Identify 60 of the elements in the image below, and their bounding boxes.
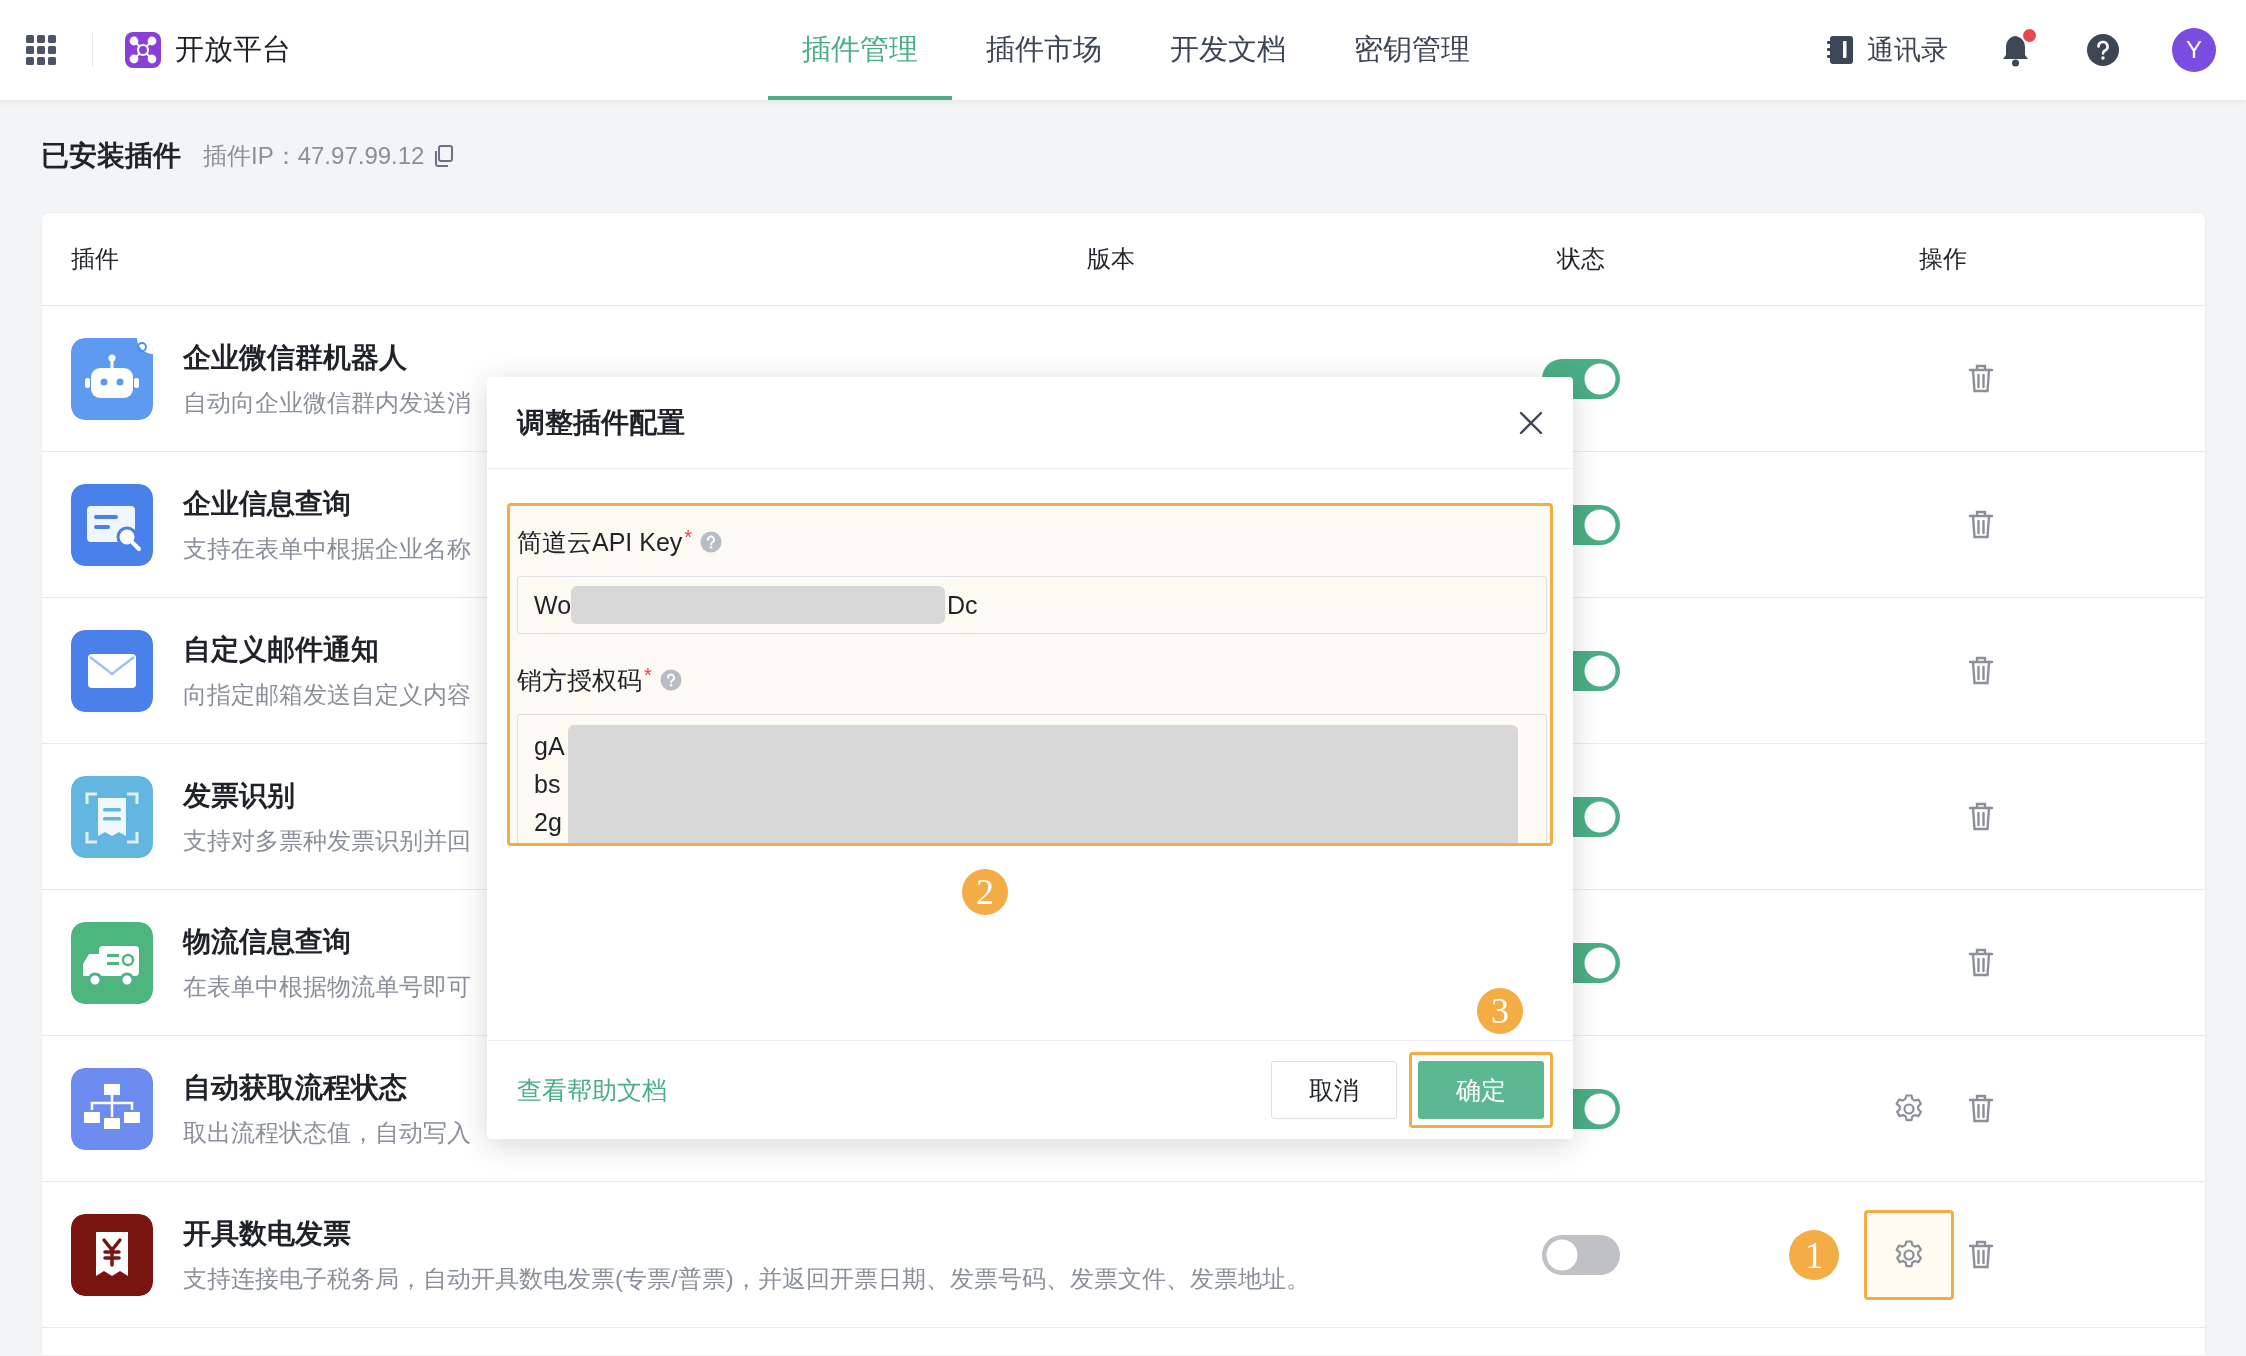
required-mark: * xyxy=(684,526,693,549)
plugin-name: 自动获取流程状态 xyxy=(183,1070,408,1105)
dialog-title: 调整插件配置 xyxy=(517,405,685,440)
trash-icon[interactable] xyxy=(1968,1239,1994,1270)
plugin-name: 自定义邮件通知 xyxy=(183,632,380,667)
cancel-button[interactable]: 取消 xyxy=(1271,1061,1397,1119)
plugin-name: 企业信息查询 xyxy=(183,486,352,521)
column-header: 版本 xyxy=(1086,244,1136,274)
help-icon[interactable] xyxy=(2086,33,2120,67)
trash-icon[interactable] xyxy=(1968,363,1994,394)
plugin-icon xyxy=(71,337,153,420)
section-title: 已安装插件 xyxy=(41,139,181,173)
column-header: 操作 xyxy=(1918,244,1968,274)
copy-icon[interactable] xyxy=(434,145,455,167)
plugin-icon xyxy=(71,1213,153,1296)
user-avatar[interactable]: Y xyxy=(2172,28,2216,72)
step-number-badge: 2 xyxy=(962,869,1008,915)
field-label: 销方授权码 xyxy=(517,664,642,696)
field-label: 简道云API Key xyxy=(517,526,683,558)
nav-tab[interactable]: 密钥管理 xyxy=(1320,0,1504,100)
step-number-badge: 1 xyxy=(1789,1229,1839,1280)
column-header: 插件 xyxy=(71,244,120,274)
trash-icon[interactable] xyxy=(1968,1093,1994,1124)
text-area-field[interactable]: gA bs 2g xyxy=(517,714,1547,843)
plugin-name: 物流信息查询 xyxy=(183,924,352,959)
plugin-description: 支持在表单中根据企业名称 xyxy=(183,533,471,564)
plugin-description: 自动向企业微信群内发送消 xyxy=(183,387,471,418)
settings-button[interactable] xyxy=(1864,1209,1954,1300)
contacts-link[interactable]: 通讯录 xyxy=(1827,32,1948,68)
column-header: 状态 xyxy=(1556,244,1606,274)
toggle-switch[interactable] xyxy=(1541,1233,1621,1276)
plugin-description: 向指定邮箱发送自定义内容 xyxy=(183,679,471,710)
app-grid-icon[interactable] xyxy=(26,35,56,65)
notification-bell-icon[interactable] xyxy=(2000,32,2034,68)
plugin-name: 开具数电发票 xyxy=(183,1216,352,1251)
trash-icon[interactable] xyxy=(1968,947,1994,978)
trash-icon[interactable] xyxy=(1968,801,1994,832)
close-icon[interactable] xyxy=(1519,410,1543,435)
plugin-description: 支持连接电子税务局，自动开具数电发票(专票/普票)，并返回开票日期、发票号码、发票文件、发票地址。 xyxy=(183,1263,1310,1294)
input-field[interactable]: Wo Dc xyxy=(517,576,1547,634)
plugin-description: 支持对多票种发票识别并回 xyxy=(183,825,471,856)
trash-icon[interactable] xyxy=(1968,655,1994,686)
plugin-name: 企业微信群机器人 xyxy=(183,340,408,375)
plugin-description: 取出流程状态值，自动写入 xyxy=(183,1117,471,1148)
app-title: 开放平台 xyxy=(175,32,291,67)
ip-address-text: 插件IP：47.97.99.12 xyxy=(203,141,425,171)
nav-tab[interactable]: 开发文档 xyxy=(1136,0,1320,100)
step-number-badge: 3 xyxy=(1477,988,1523,1034)
plugin-description: 在表单中根据物流单号即可 xyxy=(183,971,471,1002)
plugin-name: 发票识别 xyxy=(183,778,296,813)
plugin-icon xyxy=(71,629,153,712)
plugin-icon xyxy=(71,483,153,566)
plugin-icon xyxy=(71,1067,153,1150)
required-mark: * xyxy=(644,664,652,687)
plugin-icon xyxy=(71,775,153,858)
trash-icon[interactable] xyxy=(1968,509,1994,540)
nav-tab[interactable]: 插件市场 xyxy=(952,0,1136,100)
logo-icon xyxy=(125,32,161,68)
contacts-book-icon xyxy=(1827,35,1855,65)
plugin-icon xyxy=(71,921,153,1004)
